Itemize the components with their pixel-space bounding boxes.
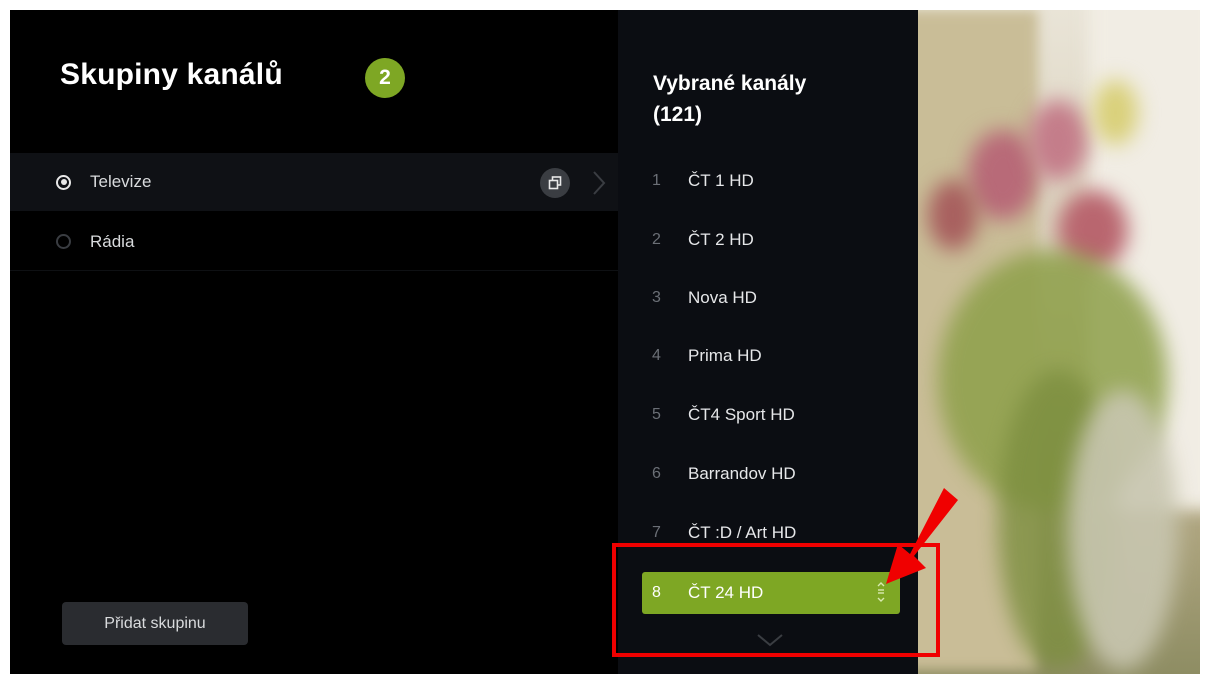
annotation-arrow-icon — [886, 488, 958, 584]
group-item-radia[interactable]: Rádia — [10, 213, 618, 271]
channel-number: 5 — [652, 406, 661, 423]
channel-name: Prima HD — [688, 346, 762, 365]
copy-icon — [548, 176, 562, 190]
channel-name: Nova HD — [688, 288, 757, 307]
groups-count-badge: 2 — [365, 58, 405, 98]
channel-item[interactable]: 3 Nova HD — [642, 278, 900, 318]
groups-title: Skupiny kanálů — [60, 58, 283, 91]
radio-unselected-icon — [56, 234, 71, 249]
channel-name: ČT4 Sport HD — [688, 405, 795, 424]
add-group-button[interactable]: Přidat skupinu — [62, 602, 248, 645]
channel-item[interactable]: 5 ČT4 Sport HD — [642, 395, 900, 435]
chevron-right-icon — [593, 171, 606, 195]
channel-number: 6 — [652, 465, 661, 482]
channel-number: 7 — [652, 524, 661, 541]
channel-name: ČT 2 HD — [688, 230, 754, 249]
channels-count: (121) — [653, 103, 703, 126]
channel-item[interactable]: 4 Prima HD — [642, 336, 900, 376]
copy-group-button[interactable] — [540, 168, 570, 198]
channel-number: 4 — [652, 347, 661, 364]
channel-groups-panel: Skupiny kanálů 2 Televize Rádia Přidat s… — [10, 10, 618, 674]
channel-item[interactable]: 1 ČT 1 HD — [642, 161, 900, 201]
channel-item[interactable]: 6 Barrandov HD — [642, 454, 900, 494]
group-item-televize[interactable]: Televize — [10, 153, 618, 211]
channel-number: 2 — [652, 231, 661, 248]
background-photo — [918, 10, 1200, 674]
channel-name: ČT 1 HD — [688, 171, 754, 190]
group-label: Rádia — [90, 231, 135, 251]
channels-title-text: Vybrané kanály — [653, 72, 807, 95]
tv-screen: Skupiny kanálů 2 Televize Rádia Přidat s… — [10, 10, 1200, 674]
group-label: Televize — [90, 172, 152, 191]
channel-name: Barrandov HD — [688, 464, 796, 483]
channel-number: 3 — [652, 289, 661, 306]
channel-name: ČT :D / Art HD — [688, 523, 797, 542]
channel-item[interactable]: 2 ČT 2 HD — [642, 220, 900, 260]
open-group-button[interactable] — [584, 168, 614, 198]
channels-title: Vybrané kanály (121) — [653, 68, 893, 130]
radio-selected-icon — [56, 174, 71, 190]
channel-number: 1 — [652, 172, 661, 189]
